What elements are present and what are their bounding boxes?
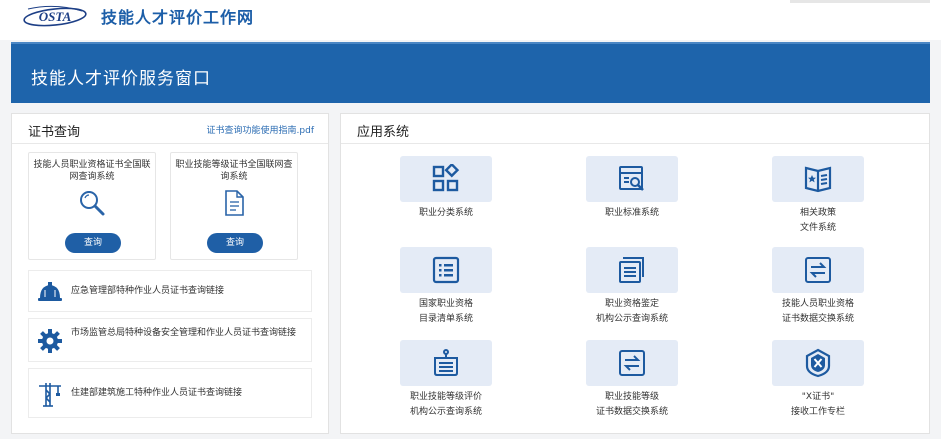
- app-label: 技能人员职业资格 证书数据交换系统: [781, 299, 854, 324]
- cert-query-panel: 证书查询 证书查询功能使用指南.pdf 技能人员职业资格证书全国联网查询系统 查…: [11, 113, 329, 434]
- app-label: 相关政策 文件系统: [799, 208, 836, 233]
- app-tile-occupation-standard[interactable]: [586, 156, 678, 202]
- link-text: 住建部建筑施工特种作业人员证书查询链接: [71, 388, 243, 398]
- app-tile-qualification-catalog[interactable]: [400, 247, 492, 293]
- cert-card-vocational-qualification: 技能人员职业资格证书全国联网查询系统 查询: [28, 152, 156, 260]
- app-systems-panel: 应用系统 职业分类系统 职业标准系统 相关政策 文件系统 国家职业资格 目录清单…: [340, 113, 930, 434]
- link-housing-construction[interactable]: 住建部建筑施工特种作业人员证书查询链接: [28, 368, 312, 418]
- documents-icon: [619, 257, 644, 283]
- app-systems-title: 应用系统: [357, 125, 410, 140]
- app-label: 职业技能等级 证书数据交换系统: [595, 392, 668, 417]
- search-magnifier-icon: [80, 191, 105, 216]
- app-tile-qualification-data-exchange[interactable]: [772, 247, 864, 293]
- app-tile-policy-documents[interactable]: [772, 156, 864, 202]
- site-name[interactable]: 技能人才评价工作网: [101, 4, 254, 28]
- organization-icon: [434, 349, 458, 376]
- document-icon: [225, 190, 244, 216]
- app-label: 职业分类系统: [418, 208, 473, 218]
- app-tile-x-certificate[interactable]: [772, 340, 864, 386]
- link-text: 市场监管总局特种设备安全管理和作业人员证书查询链接: [71, 328, 297, 338]
- app-tile-skill-evaluation-institutions[interactable]: [400, 340, 492, 386]
- x-shield-icon: [805, 348, 831, 378]
- gear-icon: [38, 329, 62, 353]
- link-market-supervision[interactable]: 市场监管总局特种设备安全管理和作业人员证书查询链接: [28, 318, 312, 362]
- app-label: 职业技能等级评价 机构公示查询系统: [409, 392, 482, 417]
- cert-card-title: 职业技能等级证书全国联网查询系统: [175, 160, 293, 182]
- link-emergency-management[interactable]: 应急管理部特种作业人员证书查询链接: [28, 270, 312, 312]
- banner-title: 技能人才评价服务窗口: [31, 69, 211, 89]
- exchange-icon: [619, 350, 645, 376]
- app-label: 职业资格鉴定 机构公示查询系统: [595, 299, 668, 324]
- app-label: "X证书" 接收工作专栏: [790, 392, 845, 417]
- app-tile-appraisal-institutions[interactable]: [586, 247, 678, 293]
- cert-query-guide-link[interactable]: 证书查询功能使用指南.pdf: [207, 123, 314, 136]
- safety-helmet-icon: [38, 282, 62, 301]
- cert-card-skill-level: 职业技能等级证书全国联网查询系统 查询: [170, 152, 298, 260]
- app-label: 职业标准系统: [604, 208, 659, 218]
- query-button[interactable]: 查询: [207, 233, 263, 253]
- link-text: 应急管理部特种作业人员证书查询链接: [71, 286, 225, 296]
- policy-book-icon: [804, 166, 832, 193]
- cert-query-header: 证书查询 证书查询功能使用指南.pdf: [12, 114, 328, 144]
- service-banner: 技能人才评价服务窗口: [11, 42, 930, 103]
- app-tile-occupation-classification[interactable]: [400, 156, 492, 202]
- tower-crane-icon: [39, 383, 61, 407]
- query-button[interactable]: 查询: [65, 233, 121, 253]
- exchange-icon: [805, 257, 831, 283]
- cert-card-title: 技能人员职业资格证书全国联网查询系统: [33, 160, 151, 182]
- osta-logo[interactable]: OSTA: [22, 5, 88, 27]
- top-bar: OSTA 技能人才评价工作网: [0, 0, 941, 40]
- app-systems-header: 应用系统: [341, 114, 929, 144]
- app-label: 国家职业资格 目录清单系统: [418, 299, 473, 324]
- list-icon: [432, 256, 460, 284]
- top-search-bar[interactable]: [790, 0, 930, 3]
- standard-search-icon: [619, 166, 644, 191]
- app-tile-skill-cert-data-exchange[interactable]: [586, 340, 678, 386]
- svg-text:OSTA: OSTA: [39, 9, 72, 24]
- category-grid-icon: [432, 164, 460, 192]
- cert-query-title: 证书查询: [28, 125, 81, 140]
